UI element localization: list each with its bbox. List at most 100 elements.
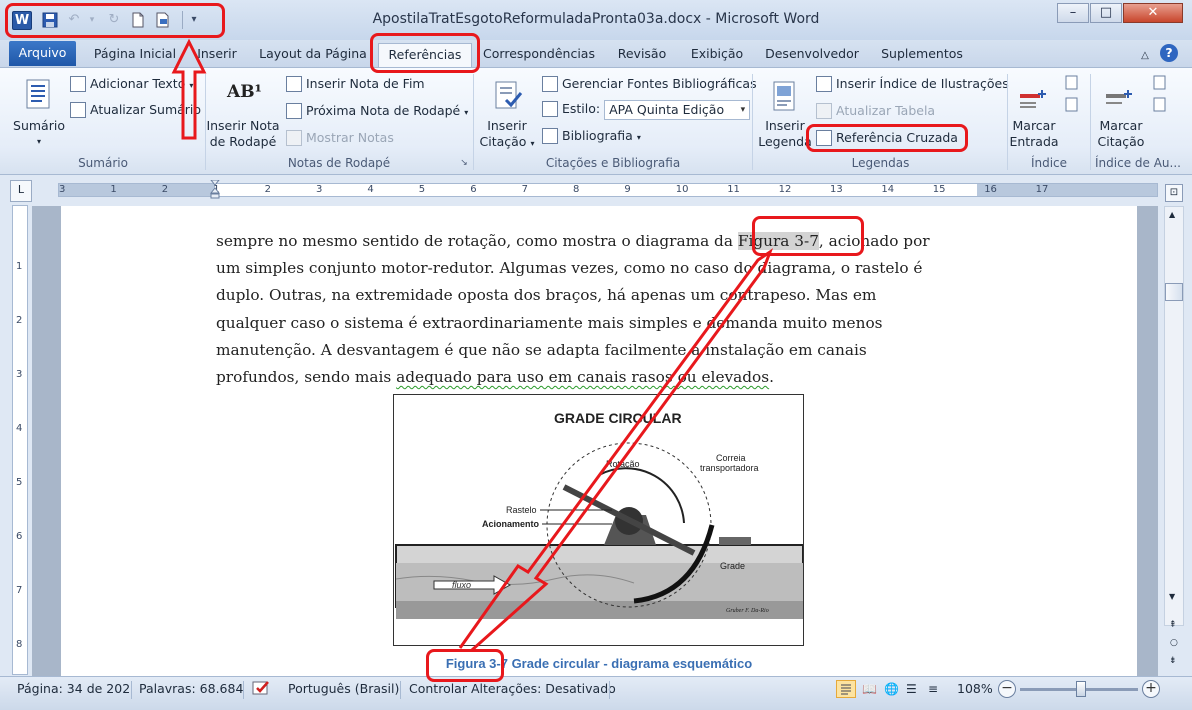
scroll-thumb[interactable] [1165, 283, 1183, 301]
grammar-flagged-text[interactable]: adequado para uso em canais rasos ou ele… [396, 368, 769, 386]
marcar-entrada-button[interactable]: Marcar Entrada [1008, 118, 1060, 150]
close-button[interactable]: ✕ [1123, 3, 1183, 23]
group-label-sumario: Sumário [78, 156, 128, 170]
ruler-number: 14 [881, 184, 895, 195]
group-label-indice: Índice [1030, 156, 1068, 170]
marcar-citacao-line1: Marcar [1099, 118, 1143, 133]
minimize-button[interactable]: – [1057, 3, 1089, 23]
estilo-value: APA Quinta Edição [609, 101, 725, 117]
proxima-nota-button[interactable]: Próxima Nota de Rodapé ▾ [286, 101, 468, 121]
zoom-in-button[interactable]: + [1142, 680, 1160, 698]
status-words[interactable]: Palavras: 68.684 [139, 681, 243, 697]
mark-entry-icon[interactable] [1018, 80, 1050, 112]
sumario-dropdown-icon[interactable]: ▾ [30, 134, 48, 150]
inserir-nota-de-rodape-button[interactable]: Inserir Nota de Rodapé [206, 118, 280, 150]
chevron-down-icon: ▾ [530, 139, 535, 148]
estilo-label: Estilo: [562, 101, 601, 116]
document-area: sempre no mesmo sentido de rotação, como… [32, 206, 1158, 676]
adicionar-texto-button[interactable]: Adicionar Texto ▾ [70, 74, 193, 94]
paragraph-line-6: profundos, sendo mais adequado para uso … [216, 364, 976, 391]
draft-view-icon[interactable]: ≡ [928, 681, 938, 697]
tab-pagina-inicial[interactable]: Página Inicial [92, 46, 178, 68]
status-language[interactable]: Português (Brasil) [288, 681, 399, 697]
view-ruler-toggle-icon[interactable]: ⊡ [1165, 184, 1183, 202]
dialog-launcher-icon[interactable]: ↘ [458, 155, 470, 173]
word-window: W ↶ ▾ ↻ ▾ ApostilaTratEsgotoReformuladaP… [0, 0, 1192, 710]
tab-exibicao[interactable]: Exibição [684, 46, 750, 68]
insert-citation-icon[interactable] [492, 80, 524, 112]
figure-author: Gruber F. Da-Rio [726, 608, 769, 614]
tab-inserir[interactable]: Inserir [190, 46, 244, 68]
bibliografia-button[interactable]: Bibliografia ▾ [542, 126, 641, 146]
spelling-check-icon[interactable] [252, 679, 272, 701]
left-margin-area [59, 184, 215, 196]
document-page[interactable]: sempre no mesmo sentido de rotação, como… [61, 206, 1137, 676]
scroll-up-icon[interactable]: ▲ [1169, 210, 1175, 219]
zoom-out-button[interactable]: − [998, 680, 1016, 698]
previous-page-icon[interactable]: ⇞ [1169, 620, 1177, 630]
next-page-icon[interactable]: ⇟ [1169, 656, 1177, 666]
vertical-ruler-number: 1 [16, 261, 23, 272]
browse-object-icon[interactable]: ○ [1170, 638, 1178, 648]
zoom-level[interactable]: 108% [957, 681, 993, 697]
ruler-number: 9 [624, 184, 631, 195]
ruler-number: 2 [161, 184, 169, 195]
mark-citation-icon[interactable] [1104, 80, 1136, 112]
adicionar-texto-label: Adicionar Texto [90, 76, 186, 91]
insert-caption-icon[interactable] [768, 80, 800, 112]
zoom-slider-thumb[interactable] [1076, 681, 1086, 697]
endnote-icon [286, 75, 302, 92]
status-track-changes[interactable]: Controlar Alterações: Desativado [409, 681, 616, 697]
atualizar-sumario-button[interactable]: Atualizar Sumário [70, 100, 201, 120]
tab-correspondencias[interactable]: Correspondências [480, 46, 598, 68]
tab-layout-da-pagina[interactable]: Layout da Página [255, 46, 371, 68]
vertical-scrollbar[interactable]: ⊡ ▲ ▼ ⇞ ○ ⇟ [1160, 176, 1192, 676]
annotation-box-cross-reference-field [752, 216, 864, 256]
tab-arquivo[interactable]: Arquivo [9, 41, 76, 66]
horizontal-ruler[interactable]: 3121234567891011121314151617 [58, 179, 1158, 200]
inserir-indice-ilustracoes-button[interactable]: Inserir Índice de Ilustrações [816, 74, 1009, 94]
tab-suplementos[interactable]: Suplementos [874, 46, 970, 68]
ruler-number: 8 [573, 184, 580, 195]
footnote-icon[interactable]: AB¹ [227, 82, 262, 114]
tab-revisao[interactable]: Revisão [610, 46, 674, 68]
inserir-legenda-line1: Inserir [765, 118, 805, 133]
full-screen-reading-icon[interactable]: 📖 [862, 681, 877, 697]
figure-grade-circular[interactable]: GRADE CIRCULAR Rotação Correia transport… [393, 394, 804, 646]
vertical-ruler[interactable]: 1 2 3 4 5 6 7 8 [12, 205, 28, 675]
figure-caption[interactable]: Figura 3-7 Grade circular - diagrama esq… [61, 656, 1137, 671]
maximize-button[interactable]: □ [1090, 3, 1122, 23]
authorities-small-icons[interactable] [1152, 74, 1168, 114]
sumario-button[interactable]: Sumário [10, 118, 68, 134]
marcar-citacao-button[interactable]: Marcar Citação [1092, 118, 1150, 150]
ruler-number: 13 [830, 184, 843, 195]
paragraph-line-2: um simples conjunto motor-redutor. Algum… [216, 259, 923, 278]
scroll-track[interactable] [1164, 206, 1184, 626]
status-separator [131, 681, 132, 699]
tab-desenvolvedor[interactable]: Desenvolvedor [760, 46, 864, 68]
proxima-nota-label: Próxima Nota de Rodapé [306, 103, 461, 118]
help-icon[interactable]: ? [1160, 44, 1178, 62]
bibliography-icon [542, 127, 558, 144]
inserir-citacao-button[interactable]: Inserir Citação ▾ [478, 118, 536, 152]
text-run: sempre no mesmo sentido de rotação, como… [216, 232, 738, 250]
outline-view-icon[interactable]: ☰ [906, 681, 917, 697]
estilo-select[interactable]: APA Quinta Edição ▾ [604, 99, 751, 120]
inserir-citacao-line1: Inserir [487, 118, 527, 133]
atualizar-tabela-button[interactable]: Atualizar Tabela [816, 101, 935, 121]
indent-marker-icon[interactable] [209, 179, 221, 200]
tab-selector[interactable]: L [10, 180, 32, 202]
chevron-down-icon: ▾ [740, 104, 746, 115]
scroll-down-icon[interactable]: ▼ [1169, 592, 1175, 601]
inserir-nota-line2: de Rodapé [209, 134, 277, 149]
atualizar-sumario-label: Atualizar Sumário [90, 102, 202, 117]
gerenciar-fontes-button[interactable]: Gerenciar Fontes Bibliográficas [542, 74, 757, 94]
print-layout-view-icon[interactable] [836, 680, 856, 698]
index-small-icons[interactable] [1064, 74, 1080, 114]
table-of-figures-icon [816, 75, 832, 92]
table-of-contents-icon[interactable] [22, 78, 54, 110]
mostrar-notas-button[interactable]: Mostrar Notas [286, 128, 394, 148]
status-page[interactable]: Página: 34 de 202 [17, 681, 130, 697]
inserir-nota-de-fim-button[interactable]: Inserir Nota de Fim [286, 74, 425, 94]
web-layout-icon[interactable]: 🌐 [884, 681, 899, 697]
